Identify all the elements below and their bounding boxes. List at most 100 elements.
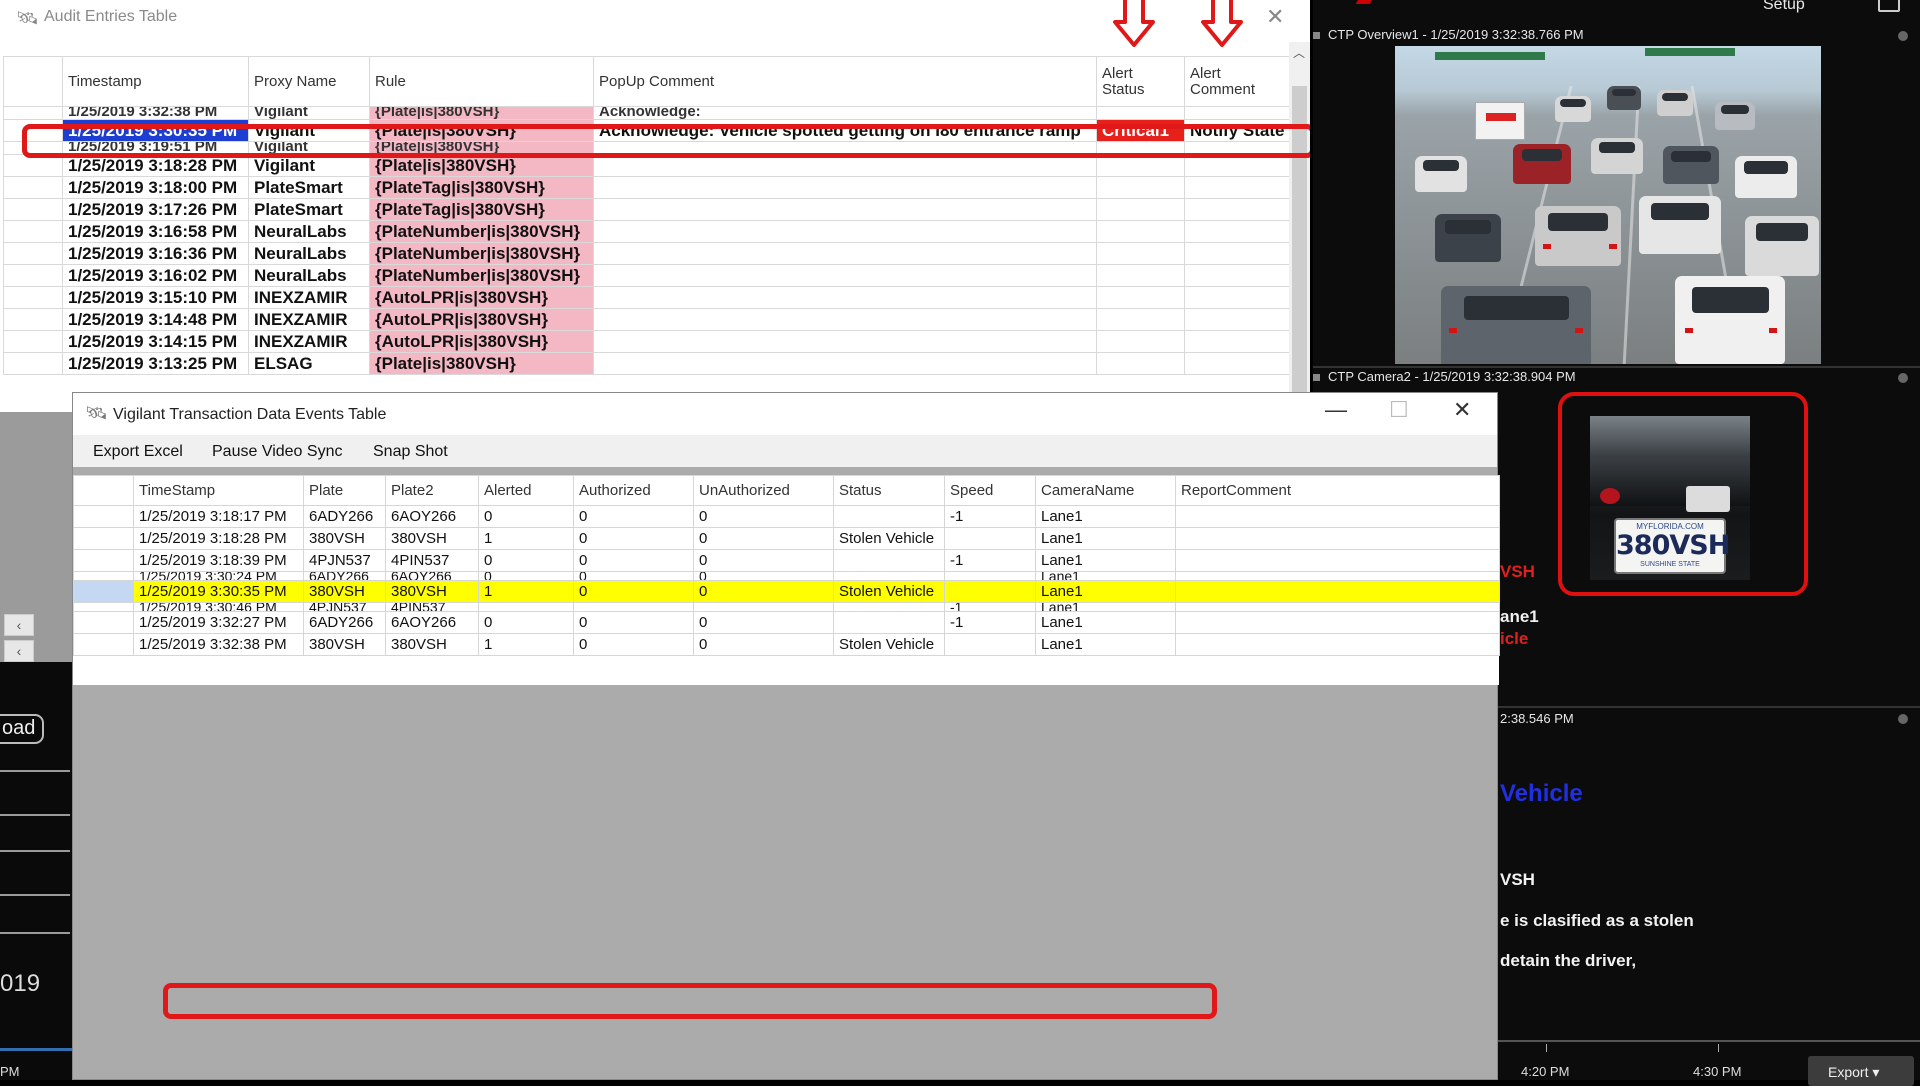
menu-snap-shot[interactable]: Snap Shot	[373, 443, 448, 461]
load-button[interactable]: oad	[0, 714, 44, 744]
row-header[interactable]	[3, 176, 63, 199]
cell-report-comment	[1175, 580, 1500, 603]
cell-unauthorized: 0	[693, 611, 834, 634]
column-header-timestamp[interactable]: Timestamp	[62, 56, 249, 107]
scroll-left-icon[interactable]: ‹	[4, 614, 34, 636]
column-header-rule[interactable]: Rule	[369, 56, 594, 107]
taillight	[1609, 244, 1617, 249]
table-row[interactable]: 1/25/2019 3:18:17 PM 6ADY266 6AOY266 0 0 0 -1 L…	[73, 505, 1500, 528]
table-row[interactable]: 1/25/2019 3:14:15 PM INEXZAMIR {AutoLPR|is…	[3, 330, 1290, 353]
plate-highlight-frame: MYFLORIDA.COM 380VSH SUNSHINE STATE	[1558, 392, 1808, 596]
car	[1735, 156, 1797, 198]
selected-row-annotation	[22, 124, 1310, 158]
cell-rule: {Plate|is|380VSH}	[369, 106, 594, 120]
column-header-camera-name[interactable]: CameraName	[1035, 475, 1176, 506]
column-header-proxy-name[interactable]: Proxy Name	[248, 56, 370, 107]
cell-camera-name: Lane1	[1035, 611, 1176, 634]
cell-status	[1096, 176, 1185, 199]
table-row[interactable]: 1/25/2019 3:32:38 PM 380VSH 380VSH 1 0 0 Stole…	[73, 633, 1500, 656]
export-button[interactable]: Export ▾	[1808, 1056, 1914, 1086]
alert-lane-fragment: ane1	[1500, 607, 1539, 626]
row-header[interactable]	[3, 286, 63, 309]
table-row[interactable]: 1/25/2019 3:17:26 PM PlateSmart {PlateTag|…	[3, 198, 1290, 221]
row-header[interactable]	[73, 549, 134, 572]
satellite-app-icon: 🛰	[16, 8, 39, 28]
traffic-video-frame[interactable]	[1395, 46, 1821, 364]
taillight	[1685, 328, 1693, 333]
table-row[interactable]: 1/25/2019 3:16:02 PM NeuralLabs {PlateNumb…	[3, 264, 1290, 287]
table-row[interactable]: 1/25/2019 3:32:27 PM 6ADY266 6AOY266 0 0 0 -1 L…	[73, 611, 1500, 634]
row-header[interactable]	[3, 242, 63, 265]
row-header[interactable]	[3, 106, 63, 120]
row-header[interactable]	[3, 308, 63, 331]
row-header[interactable]	[73, 633, 134, 656]
row-header[interactable]	[73, 505, 134, 528]
cell-comment	[593, 330, 1097, 353]
row-header[interactable]	[3, 264, 63, 287]
row-header[interactable]	[73, 580, 134, 603]
column-header-plate2[interactable]: Plate2	[385, 475, 479, 506]
plate-camera-image[interactable]: MYFLORIDA.COM 380VSH SUNSHINE STATE	[1590, 416, 1750, 580]
cell-proxy: INEXZAMIR	[248, 308, 370, 331]
column-header-status[interactable]: Status	[833, 475, 945, 506]
table-row[interactable]: 1/25/2019 3:18:00 PM PlateSmart {PlateTag|…	[3, 176, 1290, 199]
table-row[interactable]: 1/25/2019 3:16:36 PM NeuralLabs {PlateNumb…	[3, 242, 1290, 265]
table-row[interactable]: 1/25/2019 3:15:10 PM INEXZAMIR {AutoLPR|is…	[3, 286, 1290, 309]
row-header[interactable]	[73, 611, 134, 634]
table-row[interactable]: 1/25/2019 3:18:39 PM 4PJN537 4PIN537 0 0 0 -1 L…	[73, 549, 1500, 572]
row-header[interactable]	[3, 198, 63, 221]
column-header-timestamp[interactable]: TimeStamp	[133, 475, 304, 506]
table-row[interactable]: 1/25/2019 3:16:58 PM NeuralLabs {PlateNumb…	[3, 220, 1290, 243]
column-header-unauthorized[interactable]: UnAuthorized	[693, 475, 834, 506]
image-icon[interactable]	[1878, 0, 1900, 12]
maximize-icon[interactable]: ☐	[1389, 397, 1409, 423]
cell-alert-comment	[1184, 286, 1290, 309]
cell-status	[833, 611, 945, 634]
car	[1715, 102, 1755, 130]
table-row[interactable]: 1/25/2019 3:14:48 PM INEXZAMIR {AutoLPR|is…	[3, 308, 1290, 331]
cell-alert-comment	[1184, 220, 1290, 243]
column-header-alerted[interactable]: Alerted	[478, 475, 574, 506]
column-header-plate[interactable]: Plate	[303, 475, 386, 506]
column-header-alert-comment[interactable]: Alert Comment	[1184, 56, 1290, 107]
row-header[interactable]	[3, 330, 63, 353]
row-header[interactable]	[73, 571, 134, 581]
cell-speed: -1	[944, 505, 1036, 528]
close-icon[interactable]: ✕	[1453, 397, 1471, 423]
divider	[0, 894, 70, 896]
table-row-highlighted[interactable]: 1/25/2019 3:30:35 PM 380VSH 380VSH 1 0 0 Stole…	[73, 580, 1500, 603]
cell-timestamp: 1/25/2019 3:30:35 PM	[133, 580, 304, 603]
table-row[interactable]: 1/25/2019 3:18:28 PM 380VSH 380VSH 1 0 0 Stole…	[73, 527, 1500, 550]
audit-vertical-scrollbar[interactable]: ︿	[1289, 42, 1310, 412]
row-header[interactable]	[73, 527, 134, 550]
vigilant-title-bar[interactable]: 🛰 Vigilant Transaction Data Events Table…	[73, 393, 1497, 435]
taillight	[1449, 328, 1457, 333]
table-row[interactable]: 1/25/2019 3:30:24 PM 6ADY266 6AOY266 0 0 0 Lan…	[73, 571, 1500, 581]
column-header-authorized[interactable]: Authorized	[573, 475, 694, 506]
menu-pause-video-sync[interactable]: Pause Video Sync	[212, 443, 342, 461]
row-header[interactable]	[3, 352, 63, 375]
column-header-report-comment[interactable]: ReportComment	[1175, 475, 1500, 506]
cell-timestamp: 1/25/2019 3:30:24 PM	[133, 571, 304, 581]
cell-comment	[593, 264, 1097, 287]
minimize-icon[interactable]: —	[1325, 397, 1347, 423]
row-header[interactable]	[3, 220, 63, 243]
cell-rule: {AutoLPR|is|380VSH}	[369, 286, 594, 309]
table-row[interactable]: 1/25/2019 3:32:38 PM Vigilant {Plate|is|…	[3, 106, 1290, 120]
status-dot-icon	[1898, 373, 1908, 383]
cell-camera-name: Lane1	[1035, 602, 1176, 612]
scroll-left-icon[interactable]: ‹	[4, 640, 34, 662]
row-header[interactable]	[73, 602, 134, 612]
menu-export-excel[interactable]: Export Excel	[93, 443, 183, 461]
scroll-up-icon[interactable]: ︿	[1293, 44, 1305, 61]
setup-menu[interactable]: Setup	[1763, 0, 1805, 14]
column-header-popup-comment[interactable]: PopUp Comment	[593, 56, 1097, 107]
close-icon[interactable]: ✕	[1266, 4, 1284, 30]
plate-slogan: SUNSHINE STATE	[1640, 561, 1700, 568]
table-row[interactable]: 1/25/2019 3:13:25 PM ELSAG {Plate|is|380VS…	[3, 352, 1290, 375]
table-row[interactable]: 1/25/2019 3:30:46 PM 4PJN537 4PIN537 -1 Lane…	[73, 602, 1500, 612]
column-header-alert-status[interactable]: Alert Status	[1096, 56, 1185, 107]
lane-marking	[1622, 86, 1641, 364]
column-header-speed[interactable]: Speed	[944, 475, 1036, 506]
audit-table: Timestamp Proxy Name Rule PopUp Comment …	[3, 56, 1290, 375]
